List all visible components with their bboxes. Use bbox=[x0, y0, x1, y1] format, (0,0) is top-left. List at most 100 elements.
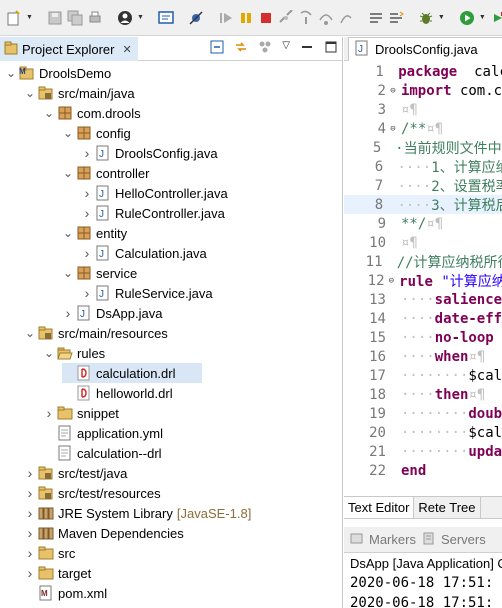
tab-text-editor[interactable]: Text Editor bbox=[344, 497, 415, 518]
chevron-down-icon[interactable]: ⌄ bbox=[24, 83, 36, 103]
folder-icon bbox=[38, 545, 54, 561]
tree-item[interactable]: application.yml bbox=[43, 423, 163, 443]
tree-item[interactable]: ⌄ config bbox=[62, 123, 131, 143]
new-icon[interactable] bbox=[6, 9, 22, 27]
debug-dropdown-icon[interactable]: ▼ bbox=[438, 9, 445, 27]
tab-droolsconfig[interactable]: J DroolsConfig.java bbox=[348, 37, 502, 61]
tree-item[interactable]: ⌄ rules bbox=[43, 343, 105, 363]
tree-item[interactable]: › Maven Dependencies bbox=[24, 523, 184, 543]
external-tools-icon[interactable] bbox=[490, 9, 502, 27]
chevron-right-icon[interactable]: › bbox=[81, 243, 93, 263]
chevron-down-icon[interactable]: ⌄ bbox=[43, 343, 55, 363]
run-dropdown-icon[interactable]: ▼ bbox=[479, 9, 486, 27]
new-dropdown-icon[interactable]: ▼ bbox=[26, 9, 33, 27]
view-menu-icon[interactable]: ▽ bbox=[282, 40, 290, 57]
skip-breakpoints-icon[interactable] bbox=[188, 9, 204, 27]
tab-project-explorer[interactable]: Project Explorer ✕ bbox=[0, 37, 138, 61]
chevron-down-icon[interactable]: ⌄ bbox=[43, 103, 55, 123]
tree-item[interactable]: ⌄ src/main/resources bbox=[24, 323, 168, 343]
tree-item[interactable]: › J HelloController.java bbox=[81, 183, 228, 203]
tree-item[interactable]: helloworld.drl bbox=[62, 383, 173, 403]
code-text: ¤¶ bbox=[398, 102, 418, 118]
tree-item[interactable]: › snippet bbox=[43, 403, 119, 423]
run-icon[interactable] bbox=[459, 9, 475, 27]
chevron-down-icon[interactable]: ⌄ bbox=[5, 63, 17, 83]
console-icon[interactable] bbox=[158, 9, 174, 27]
tree-item[interactable]: › JRE System Library [JavaSE-1.8] bbox=[24, 503, 252, 523]
code-area[interactable]: 1package calc2⊖import com.c3¤¶4⊖/**¤¶5·当… bbox=[344, 62, 502, 492]
chevron-right-icon[interactable]: › bbox=[24, 503, 36, 523]
tab-markers[interactable]: Markers bbox=[369, 532, 416, 547]
tree-item[interactable]: › J RuleService.java bbox=[81, 283, 213, 303]
project-explorer-tools: ▽ bbox=[210, 40, 338, 57]
chevron-right-icon[interactable]: › bbox=[24, 483, 36, 503]
tab-servers[interactable]: Servers bbox=[441, 532, 486, 547]
chevron-right-icon[interactable]: › bbox=[43, 403, 55, 423]
fold-toggle-icon[interactable]: ⊖ bbox=[388, 124, 398, 134]
tree-item[interactable]: › src/test/java bbox=[24, 463, 128, 483]
chevron-right-icon[interactable]: › bbox=[24, 543, 36, 563]
filters-icon[interactable] bbox=[258, 40, 272, 57]
fold-toggle-icon[interactable]: ⊖ bbox=[387, 276, 397, 286]
chevron-right-icon[interactable]: › bbox=[81, 283, 93, 303]
code-line: 10 ¤¶ bbox=[344, 233, 502, 252]
tree-item-label: pom.xml bbox=[58, 585, 108, 601]
profile-dropdown-icon[interactable]: ▼ bbox=[137, 9, 144, 27]
maximize-icon[interactable] bbox=[324, 40, 338, 57]
tree-item[interactable]: calculation--drl bbox=[43, 443, 162, 463]
chevron-down-icon[interactable]: ⌄ bbox=[62, 123, 74, 143]
terminate-icon[interactable] bbox=[258, 9, 274, 27]
code-token: /** bbox=[401, 120, 427, 137]
tree-item-label: application.yml bbox=[77, 425, 163, 441]
chevron-right-icon[interactable]: › bbox=[81, 183, 93, 203]
chevron-down-icon[interactable]: ⌄ bbox=[24, 323, 36, 343]
tree-item[interactable]: › src bbox=[24, 543, 76, 563]
step-into-icon[interactable] bbox=[298, 9, 314, 27]
save-all-icon[interactable] bbox=[67, 9, 83, 27]
format-icon[interactable] bbox=[368, 9, 384, 27]
tree-item[interactable]: ⌄ service bbox=[62, 263, 137, 283]
step-return-icon[interactable] bbox=[338, 9, 354, 27]
save-icon[interactable] bbox=[47, 9, 63, 27]
tree-item[interactable]: › J RuleController.java bbox=[81, 203, 225, 223]
chevron-right-icon[interactable]: › bbox=[81, 203, 93, 223]
chevron-right-icon[interactable]: › bbox=[24, 563, 36, 583]
fold-toggle-icon[interactable]: ⊖ bbox=[388, 86, 398, 96]
tree-item[interactable]: ⌄ entity bbox=[62, 223, 127, 243]
step-over-icon[interactable] bbox=[318, 9, 334, 27]
tree-item[interactable]: › src/test/resources bbox=[24, 483, 161, 503]
debug-icon[interactable] bbox=[418, 9, 434, 27]
disconnect-icon[interactable] bbox=[278, 9, 294, 27]
minimize-icon[interactable] bbox=[300, 40, 314, 57]
tree-item[interactable]: calculation.drl bbox=[62, 363, 202, 383]
tree-item[interactable]: ⌄ M DroolsDemo bbox=[5, 63, 111, 83]
chevron-right-icon[interactable]: › bbox=[24, 463, 36, 483]
print-icon[interactable] bbox=[87, 9, 103, 27]
tree-item-label: src/main/resources bbox=[58, 325, 168, 341]
tree-item[interactable]: › J DsApp.java bbox=[62, 303, 163, 323]
tree-item[interactable]: › target bbox=[24, 563, 92, 583]
tree-item[interactable]: ⌄ src/main/java bbox=[24, 83, 135, 103]
chevron-down-icon[interactable]: ⌄ bbox=[62, 223, 74, 243]
tree-item[interactable]: ⌄ com.drools bbox=[43, 103, 141, 123]
chevron-right-icon[interactable]: › bbox=[62, 303, 74, 323]
resume-icon[interactable] bbox=[218, 9, 234, 27]
chevron-right-icon[interactable]: › bbox=[81, 143, 93, 163]
link-with-editor-icon[interactable] bbox=[234, 40, 248, 57]
tree-item[interactable]: Mpom.xml bbox=[24, 583, 107, 603]
suspend-icon[interactable] bbox=[238, 9, 254, 27]
profile-icon[interactable] bbox=[117, 9, 133, 27]
chevron-down-icon[interactable]: ⌄ bbox=[62, 263, 74, 283]
chevron-right-icon[interactable]: › bbox=[24, 523, 36, 543]
chevron-down-icon[interactable]: ⌄ bbox=[62, 163, 74, 183]
compare-icon[interactable] bbox=[388, 9, 404, 27]
tree-item-label: DroolsDemo bbox=[39, 65, 112, 81]
tree-item[interactable]: ⌄ controller bbox=[62, 163, 150, 183]
collapse-all-icon[interactable] bbox=[210, 40, 224, 57]
tree-item[interactable]: › J DroolsConfig.java bbox=[81, 143, 218, 163]
svg-text:J: J bbox=[99, 149, 104, 160]
close-icon[interactable]: ✕ bbox=[122, 43, 131, 56]
tab-rete-tree[interactable]: Rete Tree bbox=[414, 497, 481, 518]
tree-item[interactable]: › J Calculation.java bbox=[81, 243, 207, 263]
